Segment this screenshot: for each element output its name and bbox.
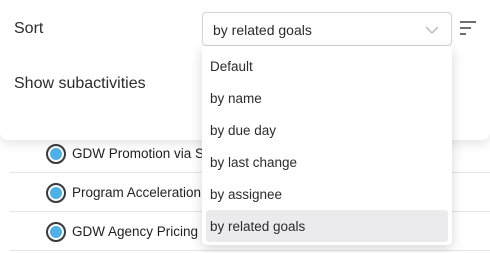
- status-dot-icon: [46, 182, 66, 203]
- sort-option-by-name[interactable]: by name: [206, 82, 448, 114]
- activity-name: GDW Agency Pricing Li: [72, 224, 213, 239]
- chevron-down-icon: [425, 26, 439, 34]
- sort-select-value: by related goals: [213, 22, 312, 38]
- activity-name: Program Acceleration S: [72, 185, 214, 200]
- show-subactivities-label[interactable]: Show subactivities: [14, 75, 146, 93]
- sort-dropdown-menu: Default by name by due day by last chang…: [202, 46, 452, 245]
- sort-option-by-last-change[interactable]: by last change: [206, 146, 448, 178]
- sort-option-default[interactable]: Default: [206, 50, 448, 82]
- sort-select[interactable]: by related goals: [202, 12, 452, 46]
- status-dot-icon: [46, 221, 66, 242]
- sort-label: Sort: [14, 20, 44, 37]
- activity-name: GDW Promotion via Sp: [72, 146, 212, 161]
- sort-option-by-related-goals[interactable]: by related goals: [206, 210, 448, 242]
- sort-option-by-due-day[interactable]: by due day: [206, 114, 448, 146]
- sort-option-by-assignee[interactable]: by assignee: [206, 178, 448, 210]
- sort-lines-icon[interactable]: [459, 20, 477, 36]
- status-dot-icon: [46, 143, 66, 164]
